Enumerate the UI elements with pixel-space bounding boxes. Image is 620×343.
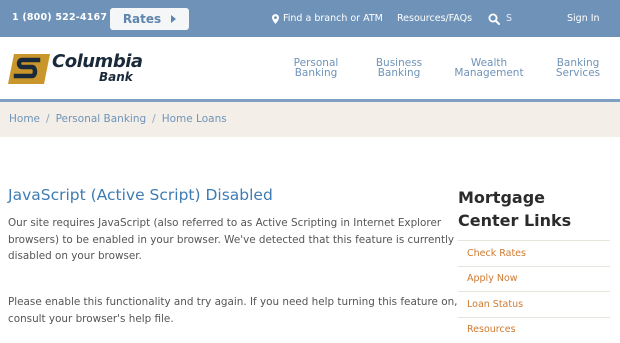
- enable-javascript-instructions: Please enable this functionality and try…: [8, 296, 458, 325]
- breadcrumb-separator: /: [152, 113, 156, 125]
- search-icon[interactable]: [488, 13, 500, 25]
- page-title: JavaScript (Active Script) Disabled: [8, 186, 273, 204]
- nav-personal-banking[interactable]: Personal Banking: [281, 58, 351, 79]
- nav-label-line2: Services: [555, 67, 601, 79]
- sidebar-title-line1: Mortgage: [458, 188, 546, 207]
- caret-right-icon: [171, 15, 177, 23]
- breadcrumb-separator: /: [46, 113, 50, 125]
- sidebar-link-check-rates[interactable]: Check Rates: [458, 240, 610, 266]
- mortgage-center-links: Check Rates Apply Now Loan Status Resour…: [458, 240, 610, 342]
- find-branch-link[interactable]: Find a branch or ATM: [272, 13, 383, 24]
- sidebar-link-loan-status[interactable]: Loan Status: [458, 291, 610, 317]
- nav-business-banking[interactable]: Business Banking: [364, 58, 434, 79]
- logo-mark-icon: [8, 54, 50, 84]
- nav-label-line2: Banking: [377, 67, 421, 79]
- logo-subtitle: Bank: [99, 70, 133, 84]
- breadcrumb-personal-banking[interactable]: Personal Banking: [56, 113, 147, 125]
- nav-label-line2: Management: [454, 67, 524, 79]
- map-pin-icon: [272, 13, 279, 24]
- resources-faqs-link[interactable]: Resources/FAQs: [397, 13, 472, 24]
- phone-number[interactable]: 1 (800) 522-4167: [12, 12, 107, 23]
- nav-wealth-management[interactable]: Wealth Management: [454, 58, 524, 79]
- logo-name: Columbia: [52, 51, 143, 72]
- breadcrumb-bar: Home / Personal Banking / Home Loans: [0, 102, 620, 137]
- sidebar-title: Mortgage Center Links: [458, 186, 571, 232]
- breadcrumb-home-loans[interactable]: Home Loans: [162, 113, 227, 125]
- main-header: Columbia Bank Personal Banking Business …: [0, 37, 620, 100]
- rates-button-label: Rates: [122, 12, 162, 26]
- rates-button[interactable]: Rates: [110, 8, 189, 30]
- top-utility-bar: 1 (800) 522-4167 Rates Find a branch or …: [0, 0, 620, 37]
- sign-in-link[interactable]: Sign In: [567, 13, 600, 24]
- sidebar-link-resources[interactable]: Resources: [458, 316, 610, 343]
- nav-banking-services[interactable]: Banking Services: [543, 58, 613, 79]
- sidebar-link-apply-now[interactable]: Apply Now: [458, 265, 610, 292]
- search-input[interactable]: [506, 11, 546, 26]
- breadcrumb-home[interactable]: Home: [9, 113, 40, 125]
- find-branch-label: Find a branch or ATM: [283, 13, 383, 24]
- columbia-bank-logo[interactable]: Columbia Bank: [8, 51, 156, 86]
- breadcrumb: Home / Personal Banking / Home Loans: [9, 113, 227, 125]
- nav-label-line2: Banking: [294, 67, 338, 79]
- javascript-disabled-message: Our site requires JavaScript (also refer…: [8, 217, 455, 262]
- sidebar-title-line2: Center Links: [458, 211, 572, 230]
